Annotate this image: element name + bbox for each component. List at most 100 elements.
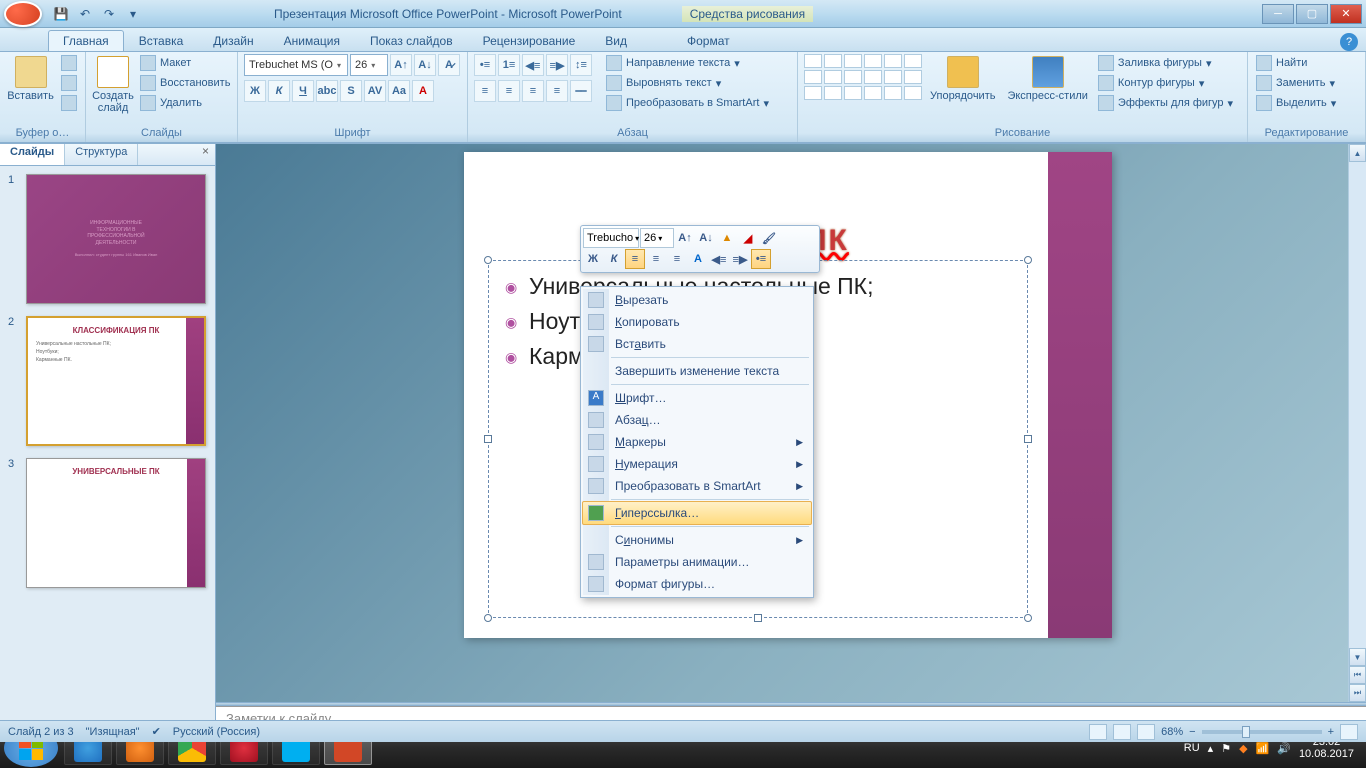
- shape-effects-button[interactable]: Эффекты для фигур ▾: [1096, 94, 1235, 112]
- select-button[interactable]: Выделить ▾: [1254, 94, 1338, 112]
- resize-handle-bm[interactable]: [754, 614, 762, 622]
- replace-button[interactable]: Заменить ▾: [1254, 74, 1338, 92]
- close-button[interactable]: ✕: [1330, 4, 1362, 24]
- mini-bold[interactable]: Ж: [583, 249, 603, 269]
- convert-smartart-button[interactable]: Преобразовать в SmartArt ▾: [604, 94, 771, 112]
- prev-slide-icon[interactable]: ⏮: [1349, 666, 1366, 684]
- italic-button[interactable]: К: [268, 80, 290, 102]
- mini-font-color-2[interactable]: A: [688, 249, 708, 269]
- shapes-gallery[interactable]: [804, 54, 922, 100]
- grow-font-button[interactable]: A↑: [390, 54, 412, 76]
- cm-hyperlink[interactable]: Гиперссылка…: [582, 501, 812, 525]
- mini-grow-font[interactable]: A↑: [675, 228, 695, 248]
- fit-window-button[interactable]: [1340, 724, 1358, 740]
- tray-antivirus-icon[interactable]: ◆: [1239, 742, 1247, 755]
- mini-font-combo[interactable]: Trebucho▾: [583, 228, 639, 248]
- view-sorter-button[interactable]: [1113, 724, 1131, 740]
- cm-bullets[interactable]: Маркеры▶: [583, 431, 811, 453]
- scroll-down-icon[interactable]: ▼: [1349, 648, 1366, 666]
- maximize-button[interactable]: ▢: [1296, 4, 1328, 24]
- underline-button[interactable]: Ч: [292, 80, 314, 102]
- find-button[interactable]: Найти: [1254, 54, 1338, 72]
- quick-styles-button[interactable]: Экспресс-стили: [1003, 54, 1091, 104]
- dec-indent-button[interactable]: ◀≡: [522, 54, 544, 76]
- align-justify-button[interactable]: ≡: [546, 80, 568, 102]
- cm-copy[interactable]: Копировать: [583, 311, 811, 333]
- mini-size-combo[interactable]: 26▾: [640, 228, 674, 248]
- char-spacing-button[interactable]: AV: [364, 80, 386, 102]
- align-right-button[interactable]: ≡: [522, 80, 544, 102]
- mini-highlight[interactable]: ▲: [717, 228, 737, 248]
- arrange-button[interactable]: Упорядочить: [926, 54, 999, 104]
- zoom-out-button[interactable]: −: [1189, 726, 1195, 738]
- mini-bullets[interactable]: •≡: [751, 249, 771, 269]
- tab-animation[interactable]: Анимация: [269, 30, 355, 51]
- inc-indent-button[interactable]: ≡▶: [546, 54, 568, 76]
- mini-align-left[interactable]: ≡: [625, 249, 645, 269]
- strike-button[interactable]: abc: [316, 80, 338, 102]
- tray-action-center-icon[interactable]: ⚑: [1221, 742, 1231, 755]
- qat-more-icon[interactable]: ▾: [122, 3, 144, 25]
- status-language[interactable]: Русский (Россия): [216, 726, 260, 738]
- cm-paragraph[interactable]: Абзац…: [583, 409, 811, 431]
- cm-paste[interactable]: Вставить: [583, 333, 811, 355]
- numbering-button[interactable]: 1≡: [498, 54, 520, 76]
- cm-numbering[interactable]: Нумерация▶: [583, 453, 811, 475]
- cm-smartart[interactable]: Преобразовать в SmartArt▶: [583, 475, 811, 497]
- save-icon[interactable]: 💾: [50, 3, 72, 25]
- zoom-in-button[interactable]: +: [1328, 726, 1334, 738]
- vertical-scrollbar[interactable]: ▲ ▼ ⏮ ⏭: [1348, 144, 1366, 702]
- cm-cut[interactable]: Вырезать: [583, 289, 811, 311]
- mini-align-right[interactable]: ≡: [667, 249, 687, 269]
- font-color-button[interactable]: A: [412, 80, 434, 102]
- mini-align-center[interactable]: ≡: [646, 249, 666, 269]
- clear-format-button[interactable]: A̷: [438, 54, 460, 76]
- mini-shrink-font[interactable]: A↓: [696, 228, 716, 248]
- redo-icon[interactable]: ↷: [98, 3, 120, 25]
- mini-dec-indent[interactable]: ◀≡: [709, 249, 729, 269]
- tray-volume-icon[interactable]: 🔊: [1277, 742, 1291, 755]
- resize-handle-tr[interactable]: [1024, 256, 1032, 264]
- next-slide-icon[interactable]: ⏭: [1349, 684, 1366, 702]
- bullets-button[interactable]: •≡: [474, 54, 496, 76]
- mini-italic[interactable]: К: [604, 249, 624, 269]
- tray-language[interactable]: RU: [1184, 742, 1200, 754]
- tray-network-icon[interactable]: 📶: [1256, 742, 1270, 755]
- resize-handle-br[interactable]: [1024, 614, 1032, 622]
- resize-handle-tl[interactable]: [484, 256, 492, 264]
- reset-button[interactable]: Восстановить: [138, 74, 232, 92]
- columns-button[interactable]: ⎯⎯: [570, 80, 592, 102]
- tab-view[interactable]: Вид: [590, 30, 642, 51]
- bold-button[interactable]: Ж: [244, 80, 266, 102]
- tab-home[interactable]: Главная: [48, 30, 124, 51]
- mini-inc-indent[interactable]: ≡▶: [730, 249, 750, 269]
- resize-handle-ml[interactable]: [484, 435, 492, 443]
- cm-animation[interactable]: Параметры анимации…: [583, 551, 811, 573]
- align-left-button[interactable]: ≡: [474, 80, 496, 102]
- tab-format[interactable]: Формат: [672, 30, 745, 51]
- slide-thumb-3[interactable]: УНИВЕРСАЛЬНЫЕ ПК: [26, 458, 206, 588]
- panel-close-icon[interactable]: ×: [196, 144, 215, 165]
- cm-format-shape[interactable]: Формат фигуры…: [583, 573, 811, 595]
- shrink-font-button[interactable]: A↓: [414, 54, 436, 76]
- view-slideshow-button[interactable]: [1137, 724, 1155, 740]
- format-painter-button[interactable]: [59, 94, 79, 112]
- panel-tab-outline[interactable]: Структура: [65, 144, 138, 165]
- new-slide-button[interactable]: Создать слайд: [92, 54, 134, 116]
- office-button[interactable]: [4, 1, 42, 27]
- tab-slideshow[interactable]: Показ слайдов: [355, 30, 468, 51]
- panel-tab-slides[interactable]: Слайды: [0, 144, 65, 165]
- zoom-slider[interactable]: [1202, 730, 1322, 734]
- paste-button[interactable]: Вставить: [6, 54, 55, 104]
- cut-button[interactable]: [59, 54, 79, 72]
- shape-fill-button[interactable]: Заливка фигуры ▾: [1096, 54, 1235, 72]
- tab-design[interactable]: Дизайн: [198, 30, 268, 51]
- align-center-button[interactable]: ≡: [498, 80, 520, 102]
- cm-font[interactable]: AШрифт…: [583, 387, 811, 409]
- resize-handle-bl[interactable]: [484, 614, 492, 622]
- undo-icon[interactable]: ↶: [74, 3, 96, 25]
- slide-thumb-2[interactable]: КЛАССИФИКАЦИЯ ПК Универсальные настольны…: [26, 316, 206, 446]
- copy-button[interactable]: [59, 74, 79, 92]
- slide-thumb-1[interactable]: ИНФОРМАЦИОННЫЕ ТЕХНОЛОГИИ В ПРОФЕССИОНАЛ…: [26, 174, 206, 304]
- cm-synonyms[interactable]: Синонимы▶: [583, 529, 811, 551]
